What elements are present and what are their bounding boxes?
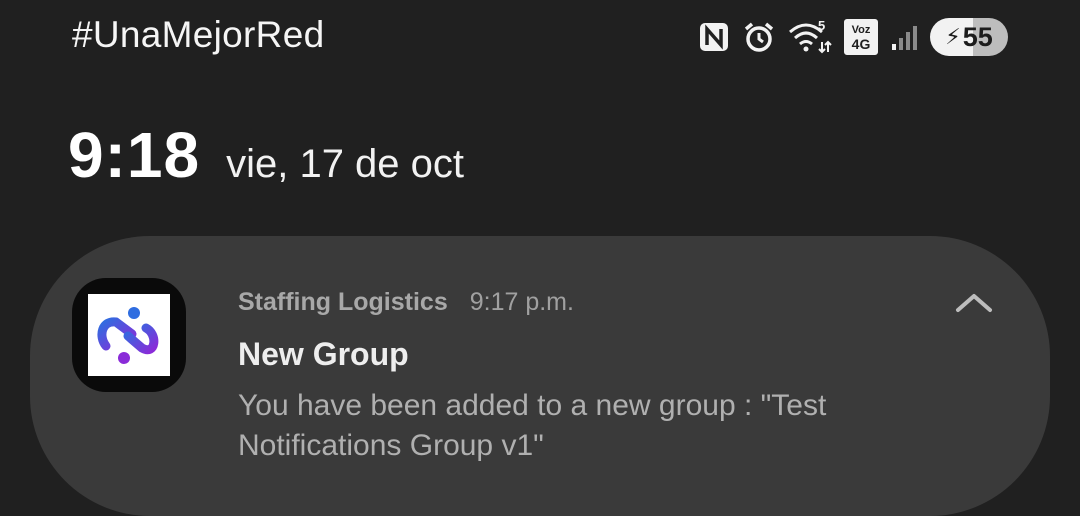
staffing-logistics-logo-icon [72,278,186,392]
wifi-icon: 5 [788,18,832,54]
nfc-icon [698,21,730,53]
battery-indicator: ⚡ 55 [930,18,1008,56]
lte-label: 4G [851,36,871,52]
wifi-band-label: 5 [818,18,826,33]
alarm-icon [742,20,776,54]
notification-header: Staffing Logistics 9:17 p.m. [238,288,574,317]
notification-title: New Group [238,336,409,372]
carrier-name: #UnaMejorRed [72,14,325,55]
lockscreen-clock: 9:18 vie, 17 de oct [68,118,464,192]
status-icons: 5 Voz 4G ⚡ 55 [698,18,1008,56]
clock-time: 9:18 [68,119,201,191]
notification-time: 9:17 p.m. [469,288,574,316]
battery-level: 55 [962,21,993,52]
volte-4g-icon: Voz 4G [844,19,878,55]
chevron-up-icon[interactable] [954,288,994,316]
charging-bolt-icon: ⚡ [945,24,961,49]
app-icon-inner [88,294,170,376]
status-bar: #UnaMejorRed 5 Voz 4G ⚡ 55 [0,0,1080,72]
notification-body: You have been added to a new group : "Te… [238,389,827,462]
clock-date: vie, 17 de oct [226,142,465,186]
notification-card[interactable]: Staffing Logistics 9:17 p.m. New Group Y… [30,236,1050,516]
signal-icon [890,22,918,52]
voz-label: Voz [851,24,871,36]
app-name: Staffing Logistics [238,288,448,316]
